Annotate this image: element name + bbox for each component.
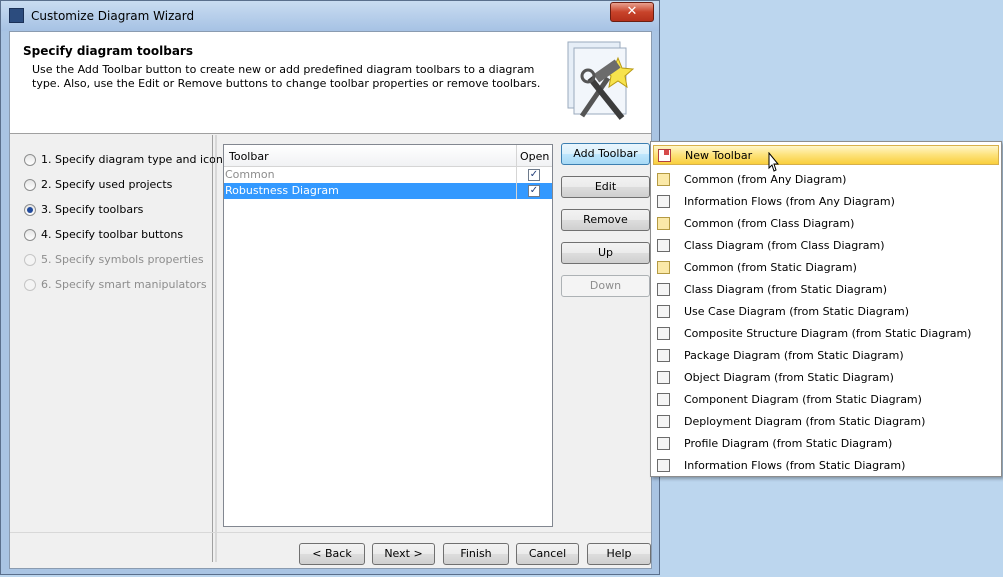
folder-icon [657,217,670,230]
step-radio[interactable] [24,229,36,241]
mouse-pointer-icon [768,152,780,172]
step-label: 1. Specify diagram type and icon [41,153,223,166]
cell-divider [516,167,517,183]
menu-item-label: Class Diagram (from Class Diagram) [684,239,885,252]
up-button[interactable]: Up [561,242,650,264]
menu-item-label: Common (from Any Diagram) [684,173,847,186]
step-radio-disabled [24,279,36,291]
profile-diagram-icon [657,437,670,450]
package-diagram-icon [657,349,670,362]
finish-button[interactable]: Finish [443,543,509,565]
menu-item[interactable]: Class Diagram (from Static Diagram) [653,280,999,300]
menu-item[interactable]: Information Flows (from Static Diagram) [653,456,999,476]
column-header-open[interactable]: Open [520,150,549,163]
panel-divider[interactable] [215,135,217,562]
edit-button[interactable]: Edit [561,176,650,198]
down-button: Down [561,275,650,297]
add-toolbar-menu: New Toolbar Common (from Any Diagram) In… [650,141,1002,477]
close-button[interactable]: ✕ [610,2,654,22]
wizard-window: Customize Diagram Wizard ✕ Specify diagr… [0,0,660,575]
menu-item[interactable]: Use Case Diagram (from Static Diagram) [653,302,999,322]
column-header-toolbar[interactable]: Toolbar [229,150,269,163]
wizard-steps: 1. Specify diagram type and icon 2. Spec… [10,135,223,562]
open-checkbox[interactable]: ✓ [528,169,540,181]
information-flow-icon [657,459,670,472]
menu-item[interactable]: Common (from Class Diagram) [653,214,999,234]
page-title: Specify diagram toolbars [23,44,193,58]
toolbar-wizard-icon [567,41,635,120]
toolbar-name: Robustness Diagram [225,184,339,197]
app-icon [9,8,24,23]
component-diagram-icon [657,393,670,406]
menu-item-label: Profile Diagram (from Static Diagram) [684,437,893,450]
page-description: Use the Add Toolbar button to create new… [32,63,541,90]
toolbar-name: Common [225,168,275,181]
object-diagram-icon [657,371,670,384]
menu-item[interactable]: Object Diagram (from Static Diagram) [653,368,999,388]
step-label: 5. Specify symbols properties [41,253,204,266]
menu-item[interactable]: Component Diagram (from Static Diagram) [653,390,999,410]
menu-item-new-toolbar[interactable]: New Toolbar [653,145,999,165]
menu-item-label: Composite Structure Diagram (from Static… [684,327,972,340]
step-radio[interactable] [24,154,36,166]
menu-item[interactable]: Common (from Static Diagram) [653,258,999,278]
table-row-selected[interactable]: Robustness Diagram ✓ [224,183,552,199]
menu-item-label: Object Diagram (from Static Diagram) [684,371,894,384]
menu-item[interactable]: Class Diagram (from Class Diagram) [653,236,999,256]
menu-item[interactable]: Common (from Any Diagram) [653,170,999,190]
menu-item-label: Common (from Static Diagram) [684,261,857,274]
information-flow-icon [657,195,670,208]
wizard-header: Specify diagram toolbars Use the Add Too… [10,32,651,134]
step-label: 6. Specify smart manipulators [41,278,207,291]
menu-item-label: Common (from Class Diagram) [684,217,855,230]
step-label: 2. Specify used projects [41,178,173,191]
back-button[interactable]: < Back [299,543,365,565]
table-row[interactable]: Common ✓ [224,167,552,183]
menu-item[interactable]: Deployment Diagram (from Static Diagram) [653,412,999,432]
footer-divider [10,532,651,533]
use-case-diagram-icon [657,305,670,318]
table-header: Toolbar Open [224,145,552,167]
add-toolbar-button[interactable]: Add Toolbar [561,143,650,165]
new-toolbar-icon [658,149,671,162]
open-checkbox[interactable]: ✓ [528,185,540,197]
menu-item-label: Information Flows (from Any Diagram) [684,195,895,208]
step-radio[interactable] [24,179,36,191]
deployment-diagram-icon [657,415,670,428]
menu-item-label: New Toolbar [685,149,753,162]
class-diagram-icon [657,283,670,296]
column-divider[interactable] [516,145,517,166]
cell-divider [516,183,517,199]
step-label: 4. Specify toolbar buttons [41,228,184,241]
menu-item[interactable]: Profile Diagram (from Static Diagram) [653,434,999,454]
menu-item-label: Information Flows (from Static Diagram) [684,459,906,472]
menu-item-label: Class Diagram (from Static Diagram) [684,283,888,296]
step-radio-disabled [24,254,36,266]
next-button[interactable]: Next > [372,543,435,565]
wizard-body: Specify diagram toolbars Use the Add Too… [9,31,652,569]
title-bar[interactable]: Customize Diagram Wizard ✕ [1,1,659,31]
folder-icon [657,261,670,274]
composite-structure-icon [657,327,670,340]
remove-button[interactable]: Remove [561,209,650,231]
step-label: 3. Specify toolbars [41,203,144,216]
menu-item-label: Package Diagram (from Static Diagram) [684,349,904,362]
menu-item[interactable]: Information Flows (from Any Diagram) [653,192,999,212]
cancel-button[interactable]: Cancel [516,543,579,565]
menu-item-label: Deployment Diagram (from Static Diagram) [684,415,926,428]
step-radio-selected[interactable] [24,204,36,216]
class-diagram-icon [657,239,670,252]
window-title: Customize Diagram Wizard [31,9,195,23]
help-button[interactable]: Help [587,543,651,565]
menu-item[interactable]: Package Diagram (from Static Diagram) [653,346,999,366]
menu-item-label: Use Case Diagram (from Static Diagram) [684,305,910,318]
menu-item-label: Component Diagram (from Static Diagram) [684,393,922,406]
menu-item[interactable]: Composite Structure Diagram (from Static… [653,324,999,344]
folder-icon [657,173,670,186]
toolbar-table[interactable]: Toolbar Open Common ✓ Robustness Diagram… [223,144,553,527]
